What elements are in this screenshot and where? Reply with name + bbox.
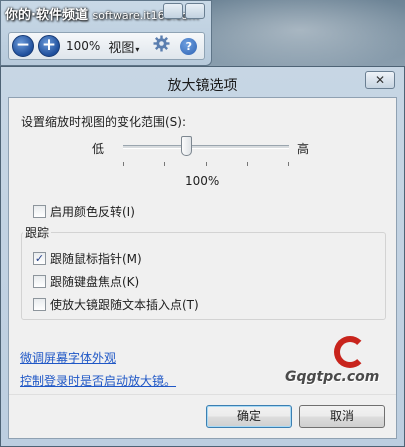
slider-high-label: 高 bbox=[297, 142, 310, 156]
follow-mouse-checkbox[interactable]: ✓ 跟随鼠标指针(M) bbox=[33, 250, 142, 267]
ok-button[interactable]: 确定 bbox=[206, 405, 292, 428]
zoom-out-icon: − bbox=[15, 35, 31, 55]
logo-mark bbox=[334, 336, 366, 368]
slider-tick bbox=[288, 162, 289, 166]
cancel-button[interactable]: 取消 bbox=[299, 405, 385, 428]
follow-mouse-label: 跟随鼠标指针(M) bbox=[50, 252, 142, 266]
dialog-title: 放大镜选项 bbox=[167, 78, 238, 94]
magnifier-caption-buttons bbox=[163, 3, 205, 19]
zoom-range-slider[interactable] bbox=[123, 145, 289, 149]
magnifier-window: 你的·软件频道 software.it168.com − + 100% 视图▾ bbox=[0, 0, 212, 66]
dialog-titlebar: 放大镜选项 ✕ bbox=[1, 67, 404, 97]
view-menu-button[interactable]: 视图▾ bbox=[108, 37, 139, 56]
follow-keyboard-label: 跟随键盘焦点(K) bbox=[50, 275, 140, 289]
checkbox-box[interactable] bbox=[33, 275, 46, 288]
slider-low-label: 低 bbox=[92, 142, 105, 156]
invert-colors-label: 启用颜色反转(I) bbox=[50, 205, 135, 219]
tracking-group-label: 跟踪 bbox=[23, 224, 52, 241]
follow-keyboard-checkbox[interactable]: 跟随键盘焦点(K) bbox=[33, 273, 139, 290]
slider-tick bbox=[164, 162, 165, 166]
invert-colors-checkbox[interactable]: 启用颜色反转(I) bbox=[33, 203, 135, 220]
slider-thumb[interactable] bbox=[181, 136, 192, 156]
startup-settings-link[interactable]: 控制登录时是否启动放大镜。 bbox=[20, 372, 176, 389]
magnifier-options-dialog: 放大镜选项 ✕ 设置缩放时视图的变化范围(S): 低 高 100% 启用颜色反转… bbox=[0, 66, 405, 447]
follow-caret-label: 使放大镜跟随文本插入点(T) bbox=[50, 298, 199, 312]
chevron-down-icon: ▾ bbox=[135, 44, 140, 54]
dialog-body: 设置缩放时视图的变化范围(S): 低 高 100% 启用颜色反转(I) 跟踪 ✓… bbox=[8, 97, 397, 439]
minimize-button[interactable] bbox=[163, 3, 183, 19]
zoom-level: 100% bbox=[66, 39, 101, 53]
zoom-out-button[interactable]: − bbox=[12, 35, 34, 57]
options-button[interactable] bbox=[153, 35, 170, 57]
close-button[interactable]: ✕ bbox=[365, 71, 395, 89]
zoom-range-label: 设置缩放时视图的变化范围(S): bbox=[21, 115, 187, 129]
zoom-in-button[interactable]: + bbox=[38, 35, 60, 57]
checkbox-box[interactable] bbox=[33, 205, 46, 218]
close-icon: ✕ bbox=[374, 73, 386, 87]
maximize-button[interactable] bbox=[185, 3, 205, 19]
follow-caret-checkbox[interactable]: 使放大镜跟随文本插入点(T) bbox=[33, 296, 199, 313]
checkbox-box[interactable]: ✓ bbox=[33, 252, 46, 265]
slider-tick bbox=[123, 162, 124, 166]
help-icon[interactable]: ? bbox=[180, 37, 198, 55]
slider-tick bbox=[247, 162, 248, 166]
slider-tick bbox=[206, 162, 207, 166]
fine-tune-fonts-link[interactable]: 微调屏幕字体外观 bbox=[20, 349, 116, 366]
slider-value: 100% bbox=[185, 174, 220, 188]
view-menu-label: 视图 bbox=[108, 40, 135, 56]
gqgtpc-logo: Gqgtpc.com bbox=[285, 336, 385, 396]
checkbox-box[interactable] bbox=[33, 298, 46, 311]
zoom-in-icon: + bbox=[41, 35, 57, 55]
logo-text: Gqgtpc.com bbox=[285, 369, 380, 385]
magnifier-toolbar: − + 100% 视图▾ ? bbox=[8, 32, 205, 60]
dialog-button-bar: 确定 取消 bbox=[9, 394, 396, 438]
gear-icon bbox=[153, 35, 170, 52]
